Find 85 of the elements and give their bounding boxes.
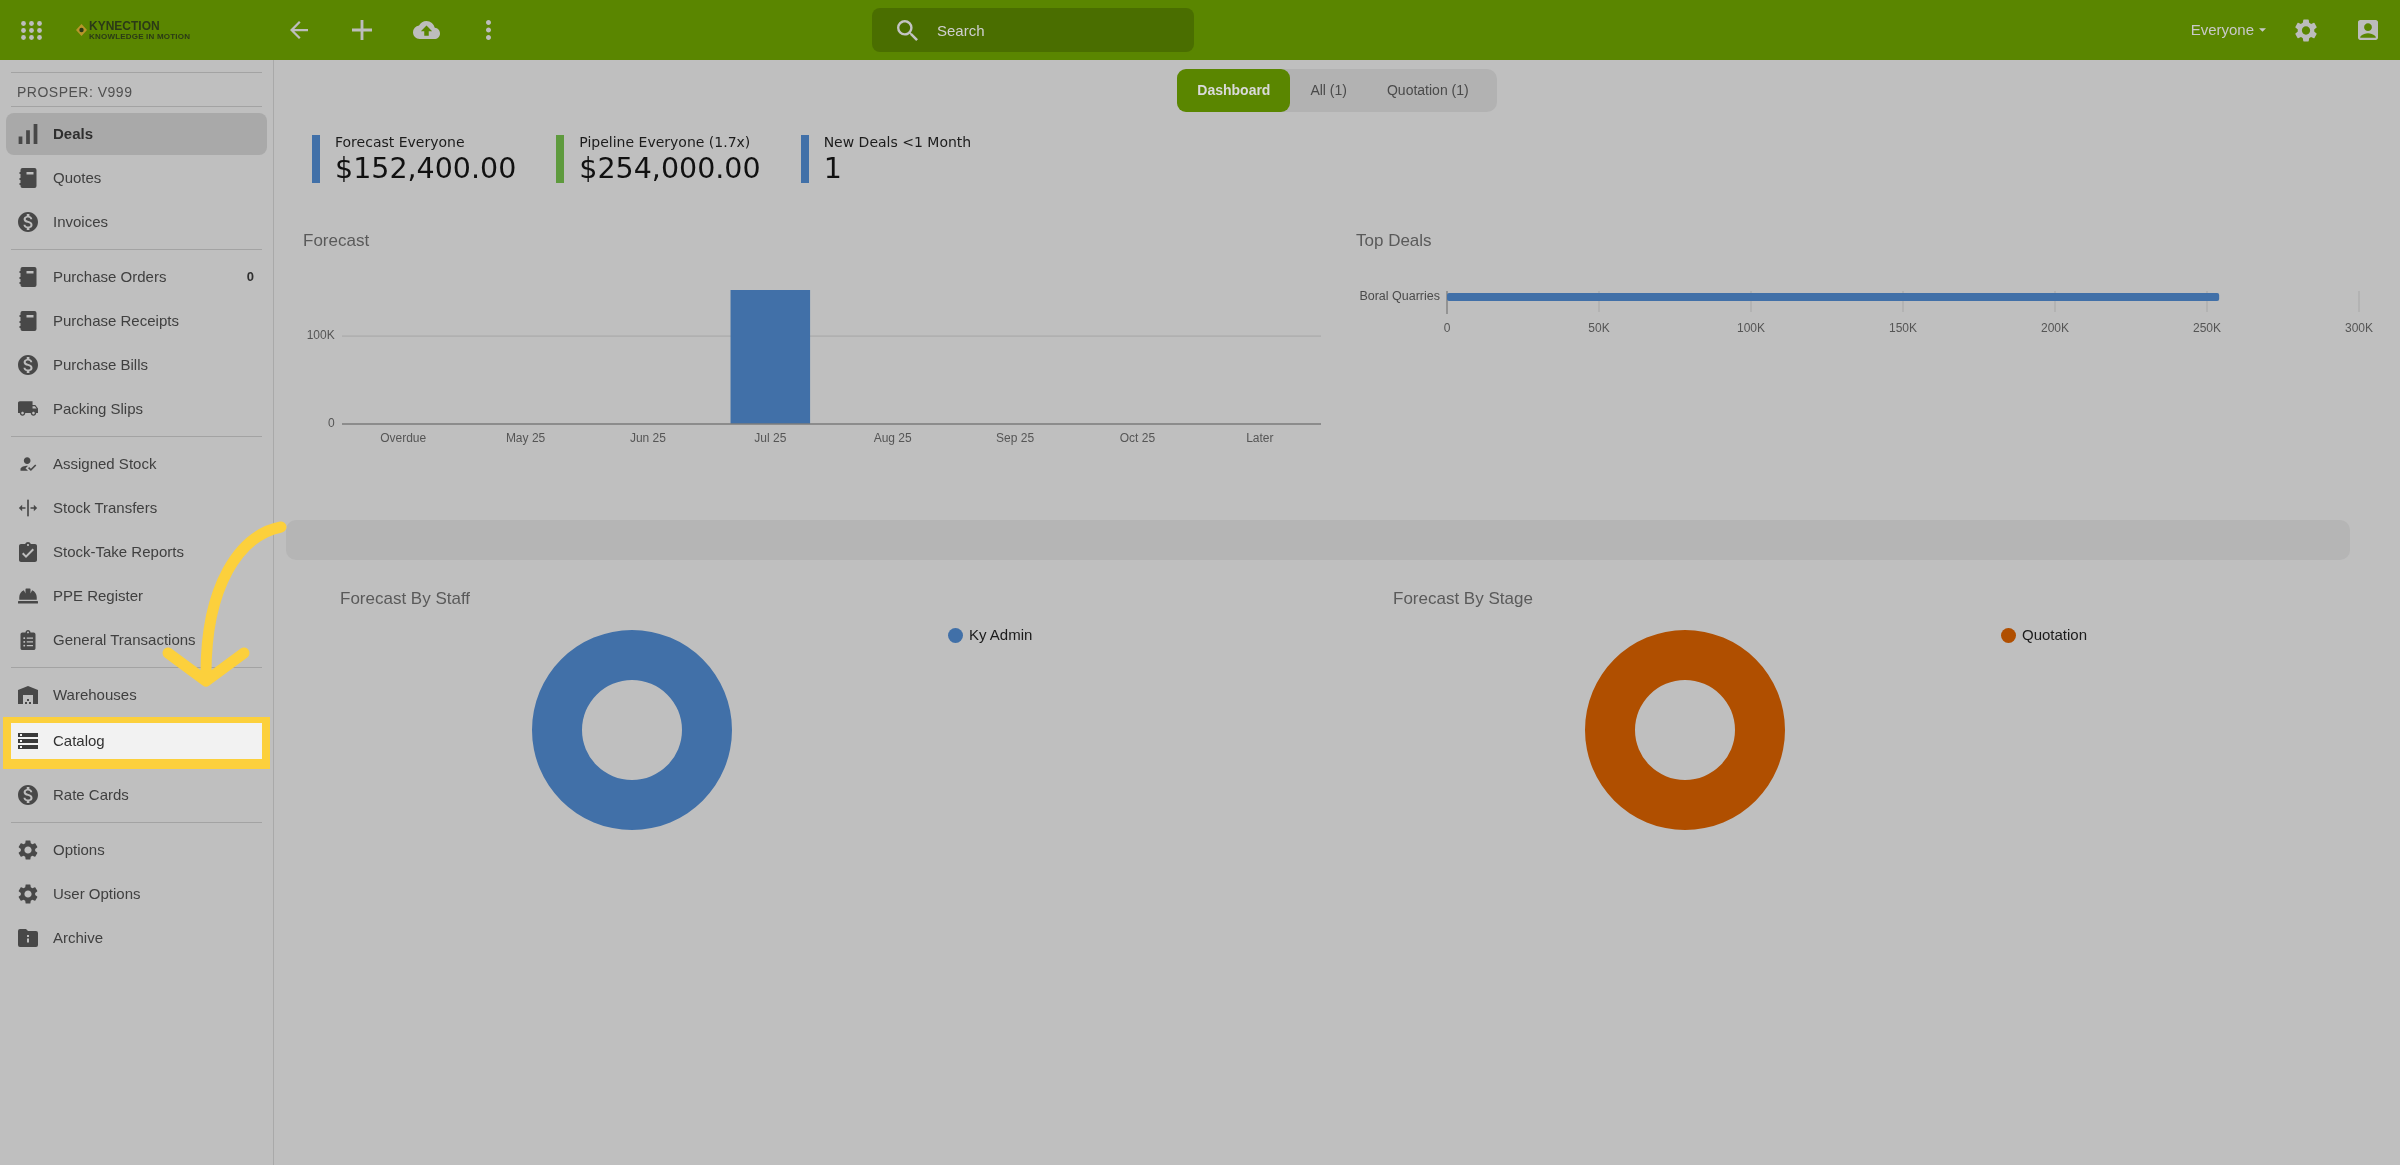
tab[interactable]: Dashboard [1177,69,1291,112]
y-tick-label: 100K [306,328,335,343]
x-tick-label: Later [1246,431,1274,446]
count-label: 0 [246,268,254,286]
kpi-value: $152,400.00 [335,152,517,185]
sidebar-item[interactable]: Purchase Orders 0 [6,256,267,298]
x-tick-label: 0 [1443,321,1451,336]
x-tick-label: Overdue [380,431,427,446]
chart-title: Forecast By Stage [1393,589,1533,608]
x-tick-label: 50K [1588,321,1610,336]
sidebar-item[interactable]: Purchase Bills [6,344,267,386]
hard-hat-icon [18,586,38,606]
x-tick-label: Oct 25 [1119,431,1156,446]
settings-icon [18,840,38,860]
sidebar-item[interactable]: Options [6,829,267,871]
cloud-upload-icon[interactable] [413,21,440,39]
sidebar-item[interactable]: PPE Register [6,575,267,617]
logo-wordmark: KYNECTION [89,19,161,32]
sidebar-item[interactable]: Packing Slips [6,388,267,430]
x-tick-label: Jun 25 [629,431,666,446]
sidebar-item[interactable]: General Transactions [6,619,267,661]
sidebar-item[interactable]: Warehouses [6,674,267,716]
kpi-label: New Deals <1 Month [823,134,972,150]
x-tick-label: 250K [2193,321,2221,336]
plus-icon[interactable] [352,20,372,40]
kpi-value: $254,000.00 [579,152,761,185]
dollar-coin-icon [18,785,38,805]
kpi-label: Pipeline Everyone (1.7x) [579,134,752,150]
logo-emblem-icon [76,24,87,36]
chart-title: Forecast By Staff [340,589,471,608]
dollar-coin-icon [18,212,38,232]
sidebar-item[interactable]: User Options [6,873,267,915]
sidebar-item[interactable]: Catalog [3,717,270,769]
tab[interactable]: Quotation (1) [1367,69,1489,112]
truck-icon [18,399,38,419]
bar-chart-icon [18,124,38,144]
notebook-icon [18,168,38,188]
category-label: Boral Quarries [1359,289,1440,304]
sidebar-item[interactable]: Archive [6,917,267,959]
back-arrow-icon[interactable] [290,21,308,39]
settings-icon [18,884,38,904]
dollar-coin-icon [18,355,38,375]
legend-label: Quotation [2022,627,2088,643]
tab[interactable]: All (1) [1290,69,1367,112]
warehouse-icon [18,685,38,705]
y-tick-label: 0 [328,416,335,431]
x-tick-label: 300K [2345,321,2373,336]
sidebar-item[interactable]: Assigned Stock [6,443,267,485]
sidebar-item[interactable]: Stock-Take Reports [6,531,267,573]
kpi-value: 1 [823,152,843,185]
sidebar-item[interactable]: Rate Cards [6,774,267,816]
search-icon [897,19,918,41]
sidebar-item[interactable]: Stock Transfers [6,487,267,529]
x-tick-label: 100K [1737,321,1765,336]
kpi-label: Forecast Everyone [335,134,466,150]
split-arrows-icon [18,498,38,518]
logo-tagline: KNOWLEDGE IN MOTION [89,31,191,41]
x-tick-label: 200K [2041,321,2069,336]
clipboard-check-icon [18,542,38,562]
account-icon[interactable] [2358,20,2378,40]
sidebar-item[interactable]: Purchase Receipts [6,300,267,342]
folder-icon [18,928,38,948]
more-options-icon[interactable] [486,20,491,40]
x-tick-label: Aug 25 [873,431,912,446]
account-header: PROSPER: V999 [17,83,133,101]
caret-icon [2259,28,2266,32]
legend-label: Ky Admin [969,627,1033,643]
search-field[interactable]: Search [872,8,1194,52]
sidebar-item[interactable]: Deals [6,113,267,155]
settings-icon[interactable] [2295,18,2317,42]
y-axis [1446,291,1448,314]
stack-icon [18,731,38,751]
clipboard-list-icon [18,630,38,650]
chart-title: Top Deals [1356,231,1432,250]
person-check-icon [18,454,38,474]
apps-grid-icon[interactable] [21,20,42,40]
sidebar-item[interactable]: Quotes [6,157,267,199]
notebook-icon [18,311,38,331]
sidebar-item[interactable]: Invoices [6,201,267,243]
chart-title: Forecast [303,231,370,250]
x-tick-label: Sep 25 [996,431,1035,446]
x-tick-label: 150K [1889,321,1917,336]
notebook-icon [18,267,38,287]
x-tick-label: Jul 25 [754,431,787,446]
x-tick-label: May 25 [505,431,546,446]
